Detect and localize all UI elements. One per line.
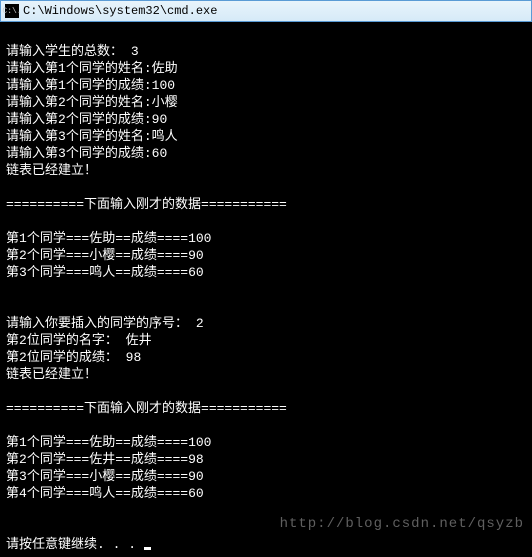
divider: ==========下面输入刚才的数据=========== bbox=[6, 401, 287, 416]
list-row: 第3个同学===鸣人==成绩====60 bbox=[6, 265, 204, 280]
console-output: 请输入学生的总数： 3 请输入第1个同学的姓名:佐助 请输入第1个同学的成绩:1… bbox=[0, 22, 532, 557]
watermark-text: http://blog.csdn.net/qsyzb bbox=[280, 516, 524, 532]
list-row: 第1个同学===佐助==成绩====100 bbox=[6, 435, 211, 450]
insert-name: 第2位同学的名字： 佐井 bbox=[6, 333, 152, 348]
list-built: 链表已经建立！ bbox=[6, 163, 97, 178]
input-line: 请输入第3个同学的姓名:鸣人 bbox=[6, 129, 178, 144]
window-title: C:\Windows\system32\cmd.exe bbox=[23, 4, 217, 18]
cursor-icon bbox=[144, 547, 151, 550]
insert-score: 第2位同学的成绩： 98 bbox=[6, 350, 141, 365]
input-line: 请输入第2个同学的成绩:90 bbox=[6, 112, 167, 127]
divider: ==========下面输入刚才的数据=========== bbox=[6, 197, 287, 212]
list-row: 第3个同学===小樱==成绩====90 bbox=[6, 469, 204, 484]
list-row: 第2个同学===佐井==成绩====98 bbox=[6, 452, 204, 467]
press-any-key: 请按任意键继续. . . bbox=[6, 537, 136, 552]
list-row: 第1个同学===佐助==成绩====100 bbox=[6, 231, 211, 246]
window-titlebar[interactable]: C:\. C:\Windows\system32\cmd.exe bbox=[0, 0, 532, 22]
list-row: 第4个同学===鸣人==成绩====60 bbox=[6, 486, 204, 501]
input-line: 请输入第3个同学的成绩:60 bbox=[6, 146, 167, 161]
input-line: 请输入第2个同学的姓名:小樱 bbox=[6, 95, 178, 110]
insert-seq: 请输入你要插入的同学的序号： 2 bbox=[6, 316, 204, 331]
list-row: 第2个同学===小樱==成绩====90 bbox=[6, 248, 204, 263]
input-line: 请输入第1个同学的姓名:佐助 bbox=[6, 61, 178, 76]
list-built: 链表已经建立！ bbox=[6, 367, 97, 382]
input-line: 请输入第1个同学的成绩:100 bbox=[6, 78, 175, 93]
cmd-icon: C:\. bbox=[5, 4, 19, 18]
prompt-total: 请输入学生的总数： 3 bbox=[6, 44, 139, 59]
